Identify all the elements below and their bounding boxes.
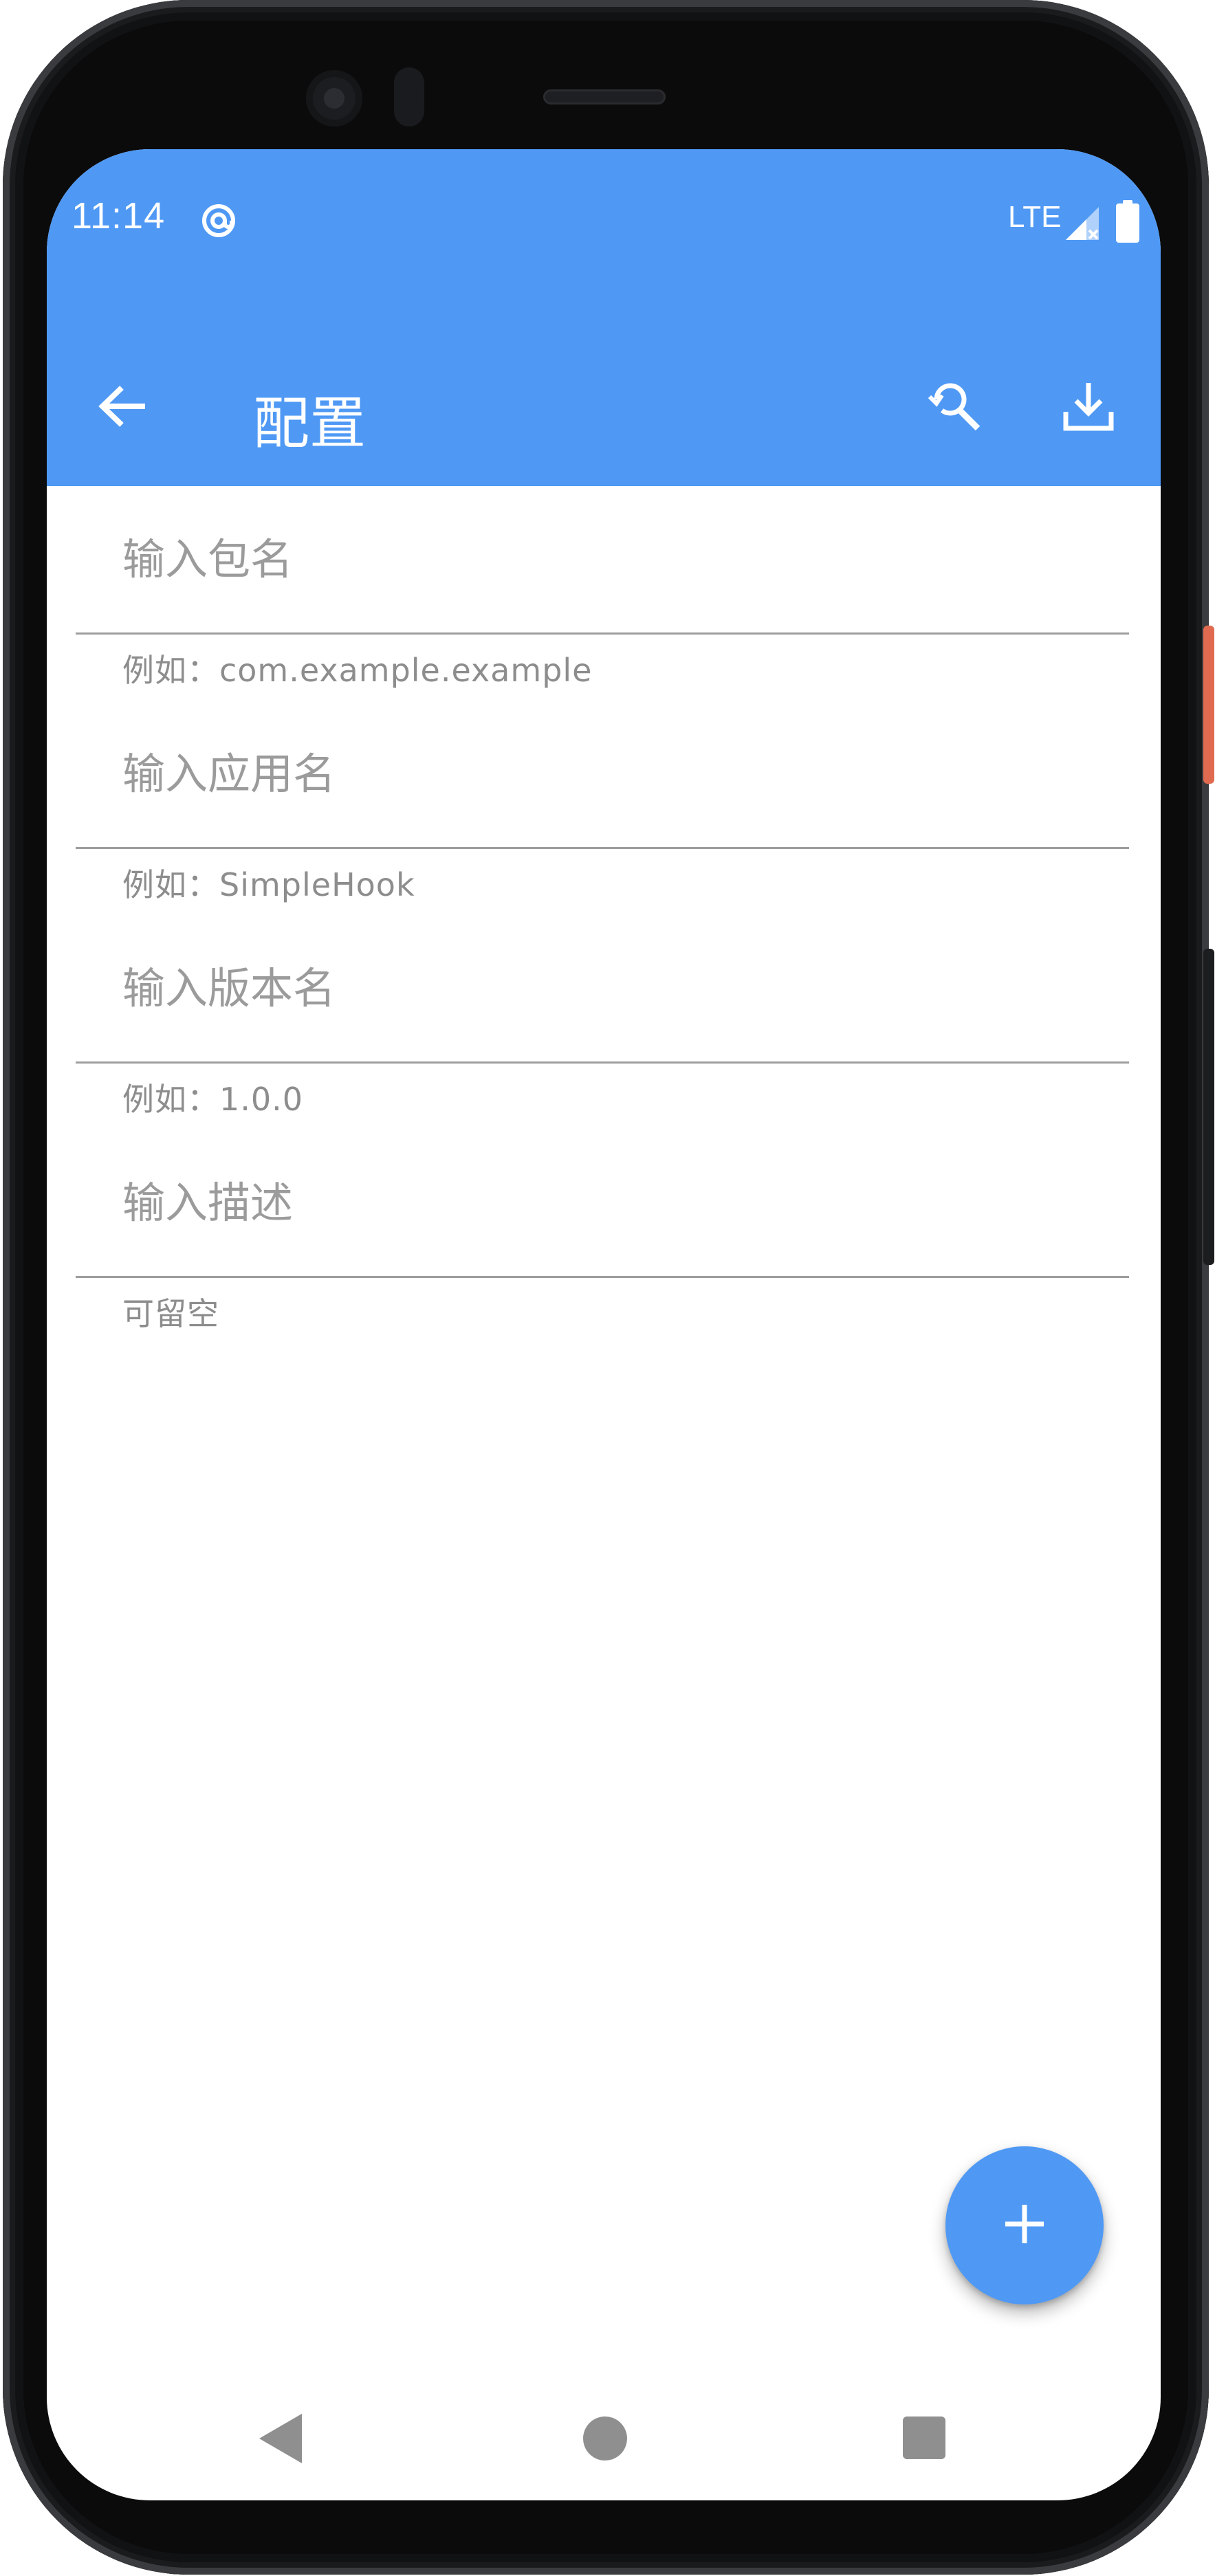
- power-button: [1203, 626, 1214, 784]
- phone-frame: 11:14 LTE 配置 输入包名 例如：com.example.example…: [0, 0, 1215, 2576]
- version-name-helper: 例如：1.0.0: [122, 1081, 304, 1118]
- plus-icon: [1003, 2202, 1047, 2249]
- screen: 11:14 LTE 配置 输入包名 例如：com.example.example…: [47, 149, 1161, 2500]
- description-helper: 可留空: [122, 1295, 219, 1332]
- nav-recents-icon[interactable]: [903, 2417, 945, 2459]
- navigation-bar: [47, 2377, 1161, 2500]
- app-name-helper: 例如：SimpleHook: [122, 866, 415, 903]
- nav-home-icon[interactable]: [583, 2417, 627, 2461]
- download-icon: [1062, 380, 1115, 435]
- app-bar: 11:14 LTE 配置: [47, 149, 1161, 486]
- search-history-icon: [927, 379, 982, 437]
- arrow-left-icon: [98, 385, 146, 430]
- status-network-type: LTE: [1008, 200, 1062, 234]
- app-name-input[interactable]: [76, 701, 1129, 849]
- version-name-input[interactable]: [76, 915, 1129, 1064]
- package-name-input[interactable]: [76, 486, 1129, 635]
- add-button[interactable]: [945, 2146, 1104, 2304]
- nav-back-icon[interactable]: [256, 2411, 305, 2466]
- download-button[interactable]: [1047, 366, 1130, 449]
- earpiece-speaker: [543, 89, 666, 104]
- toolbar: 配置: [47, 342, 1161, 486]
- proximity-sensor: [394, 67, 424, 126]
- page-title: 配置: [253, 391, 366, 456]
- at-sign-icon: [199, 201, 238, 240]
- status-time: 11:14: [72, 195, 166, 236]
- front-camera: [306, 70, 362, 126]
- signal-icon: [1063, 204, 1102, 243]
- status-bar: 11:14 LTE: [47, 149, 1161, 287]
- package-name-helper: 例如：com.example.example: [122, 652, 593, 689]
- search-history-button[interactable]: [913, 366, 996, 449]
- volume-button: [1203, 949, 1214, 1265]
- description-input[interactable]: [76, 1130, 1129, 1278]
- back-button[interactable]: [81, 366, 164, 449]
- battery-icon: [1116, 200, 1139, 243]
